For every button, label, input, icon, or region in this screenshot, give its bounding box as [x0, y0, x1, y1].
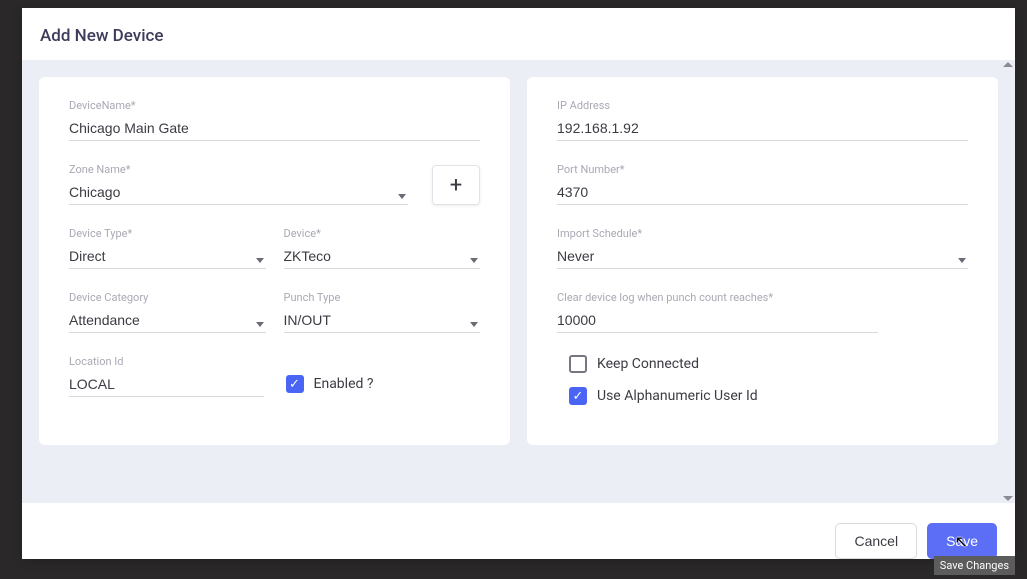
import-schedule-field[interactable]: Import Schedule*	[557, 227, 968, 269]
punch-type-field[interactable]: Punch Type	[284, 291, 481, 333]
device-category-field[interactable]: Device Category	[69, 291, 266, 333]
save-tooltip: Save Changes	[934, 556, 1015, 575]
device-category-label: Device Category	[69, 291, 266, 304]
import-schedule-label: Import Schedule*	[557, 227, 968, 240]
device-name-label: DeviceName*	[69, 99, 480, 112]
right-card: IP Address Port Number* Import Schedule*	[527, 77, 998, 445]
device-category-select[interactable]	[69, 308, 266, 333]
modal-title: Add New Device	[40, 26, 997, 46]
enabled-label: Enabled ?	[314, 376, 374, 392]
ip-address-label: IP Address	[557, 99, 968, 112]
zone-name-field[interactable]: Zone Name*	[69, 163, 408, 205]
location-id-label: Location Id	[69, 355, 264, 368]
modal-body: DeviceName* Zone Name* +	[22, 60, 1015, 503]
device-field[interactable]: Device*	[284, 227, 481, 269]
alpha-user-id-row: ✓ Use Alphanumeric User Id	[569, 387, 968, 405]
left-card: DeviceName* Zone Name* +	[39, 77, 510, 445]
device-type-select[interactable]	[69, 244, 266, 269]
add-zone-button[interactable]: +	[432, 165, 480, 205]
port-number-field: Port Number*	[557, 163, 968, 205]
device-select[interactable]	[284, 244, 481, 269]
check-icon: ✓	[289, 378, 300, 391]
plus-icon: +	[450, 173, 462, 198]
clear-log-field: Clear device log when punch count reache…	[557, 291, 878, 333]
alpha-user-id-checkbox[interactable]: ✓	[569, 387, 587, 405]
scroll-down-icon[interactable]	[1003, 496, 1013, 501]
scroll-up-icon[interactable]	[1003, 62, 1013, 67]
device-label: Device*	[284, 227, 481, 240]
ip-address-input[interactable]	[557, 116, 968, 141]
device-name-input[interactable]	[69, 116, 480, 141]
save-button[interactable]: Save	[927, 523, 997, 559]
import-schedule-select[interactable]	[557, 244, 968, 269]
location-id-field: Location Id	[69, 355, 264, 397]
device-name-field: DeviceName*	[69, 99, 480, 141]
cancel-button[interactable]: Cancel	[835, 523, 917, 559]
zone-name-select[interactable]	[69, 180, 408, 205]
keep-connected-row: Keep Connected	[569, 355, 968, 373]
modal-footer: Cancel Save	[22, 503, 1015, 559]
keep-connected-checkbox[interactable]	[569, 355, 587, 373]
port-number-input[interactable]	[557, 180, 968, 205]
clear-log-input[interactable]	[557, 308, 878, 333]
modal-header: Add New Device	[22, 8, 1015, 60]
location-id-input[interactable]	[69, 372, 264, 397]
keep-connected-label: Keep Connected	[597, 356, 699, 372]
punch-type-select[interactable]	[284, 308, 481, 333]
check-icon: ✓	[573, 390, 584, 403]
clear-log-label: Clear device log when punch count reache…	[557, 291, 878, 304]
enabled-row: ✓ Enabled ?	[286, 375, 481, 393]
port-number-label: Port Number*	[557, 163, 968, 176]
punch-type-label: Punch Type	[284, 291, 481, 304]
enabled-checkbox[interactable]: ✓	[286, 375, 304, 393]
device-type-label: Device Type*	[69, 227, 266, 240]
alpha-user-id-label: Use Alphanumeric User Id	[597, 388, 758, 404]
device-type-field[interactable]: Device Type*	[69, 227, 266, 269]
ip-address-field: IP Address	[557, 99, 968, 141]
form-columns: DeviceName* Zone Name* +	[39, 77, 998, 445]
add-device-modal: Add New Device DeviceName* Zone Name*	[22, 8, 1015, 559]
zone-name-label: Zone Name*	[69, 163, 408, 176]
